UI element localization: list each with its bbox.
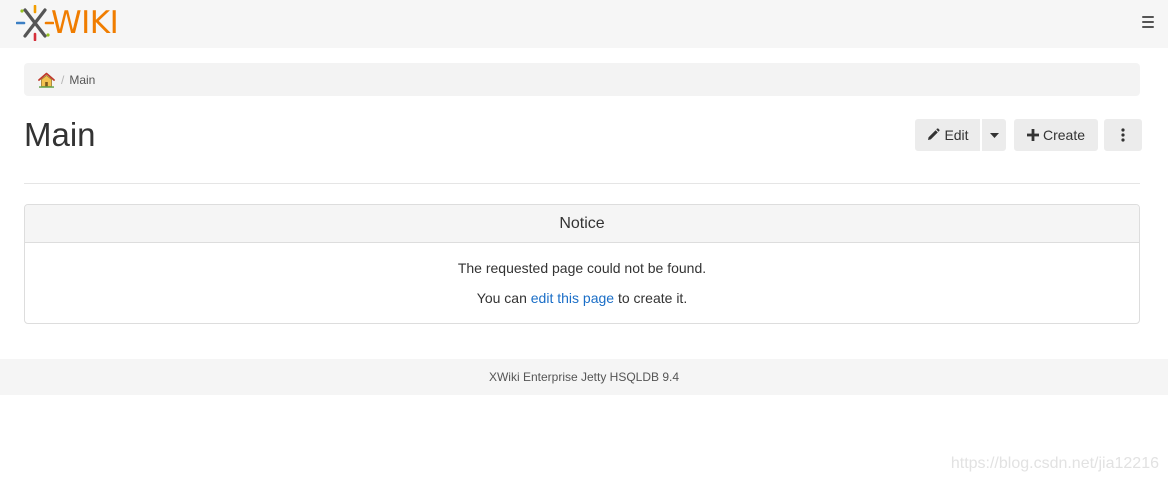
- hamburger-icon[interactable]: [1142, 16, 1154, 28]
- breadcrumb-separator: /: [61, 72, 65, 87]
- notice-hint-prefix: You can: [476, 290, 531, 306]
- logo-wordmark: WIKI: [51, 5, 119, 41]
- pencil-icon: [928, 128, 941, 140]
- notice-panel: Notice The requested page could not be f…: [24, 204, 1140, 324]
- edit-this-page-link[interactable]: edit this page: [531, 290, 614, 306]
- footer: XWiki Enterprise Jetty HSQLDB 9.4: [0, 359, 1168, 395]
- edit-button[interactable]: Edit: [915, 119, 980, 151]
- page-title: Main: [24, 116, 96, 153]
- title-divider: [24, 183, 1140, 184]
- top-navbar: WIKI: [0, 0, 1168, 48]
- edit-button-label: Edit: [944, 127, 969, 143]
- edit-dropdown-toggle[interactable]: [982, 119, 1006, 151]
- create-button-label: Create: [1042, 127, 1086, 143]
- xwiki-logo-x-icon: [16, 5, 54, 41]
- page-actions: Edit Create: [915, 119, 1142, 151]
- breadcrumb: / Main: [24, 63, 1140, 96]
- notice-message: The requested page could not be found.: [457, 260, 707, 276]
- notice-hint: You can edit this page to create it.: [25, 290, 1139, 306]
- create-button[interactable]: Create: [1014, 119, 1098, 151]
- notice-panel-title: Notice: [25, 205, 1139, 243]
- vertical-ellipsis-icon: [1121, 128, 1125, 142]
- home-icon[interactable]: [38, 72, 55, 88]
- footer-version-text: XWiki Enterprise Jetty HSQLDB 9.4: [488, 370, 680, 384]
- notice-hint-suffix: to create it.: [614, 290, 688, 306]
- breadcrumb-current: Main: [69, 72, 96, 87]
- watermark: https://blog.csdn.net/jia12216: [950, 455, 1159, 472]
- more-actions-button[interactable]: [1104, 119, 1142, 151]
- caret-down-icon: [989, 132, 999, 138]
- plus-icon: [1026, 129, 1039, 141]
- xwiki-logo[interactable]: WIKI: [16, 5, 119, 41]
